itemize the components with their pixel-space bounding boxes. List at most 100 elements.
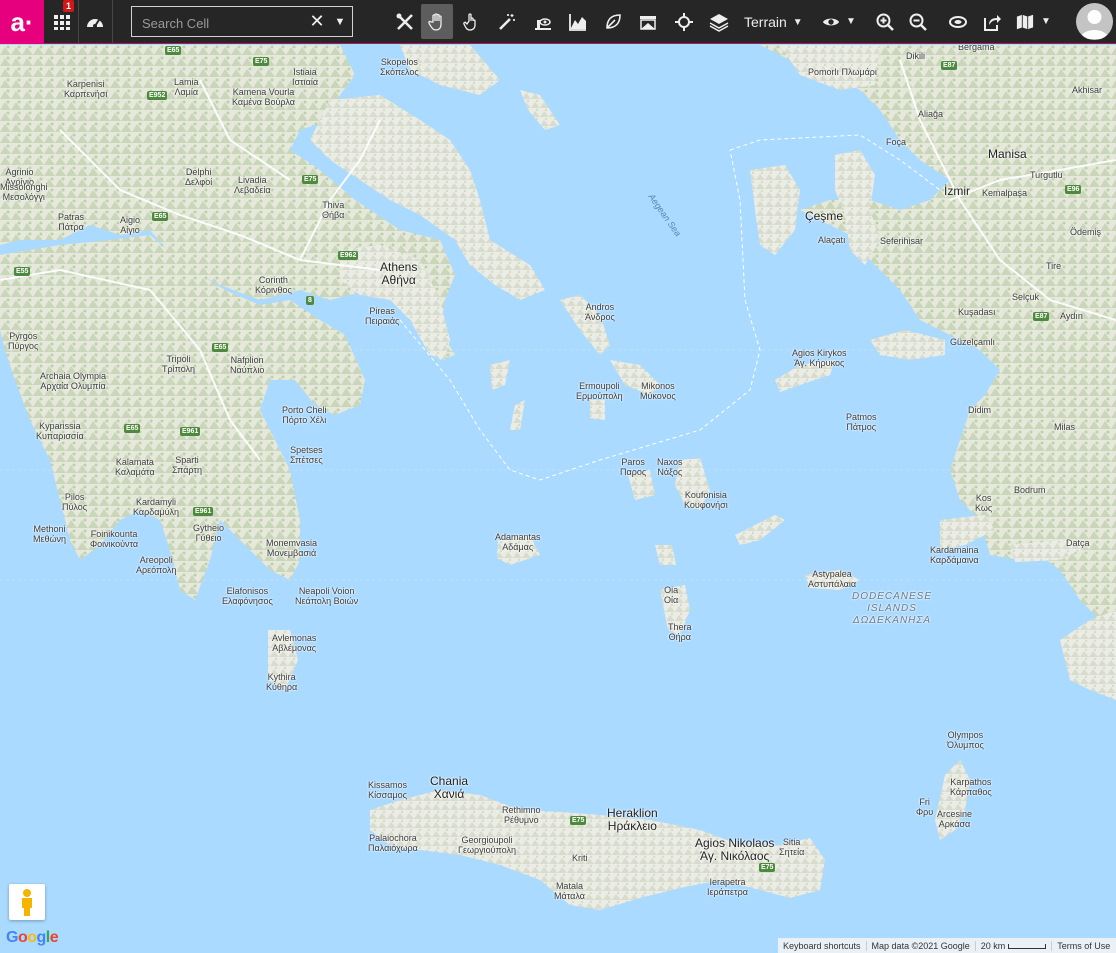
place-name-local: Μεθώνη [33,534,67,544]
place-name: Naxos [657,457,683,467]
clear-search-icon[interactable]: ✕ [308,10,326,32]
tools-icon[interactable] [389,4,421,39]
road-shield: E65 [124,424,141,433]
place-name-local: Κάρπαθος [950,787,992,797]
pointer-hand-icon[interactable] [455,4,487,39]
place-name-local: Καρδάμαινα [930,555,979,565]
place-name: Georgioupoli [461,835,513,845]
terms-of-use-link[interactable]: Terms of Use [1051,940,1115,951]
map-book-dropdown[interactable]: ▼ [1012,4,1062,39]
place-name: Ermoupoli [579,381,620,391]
dodecanese-label: DODECANESE ISLANDS ΔΩΔΕΚΑΝΗΣΑ [852,591,932,627]
map-canvas[interactable]: Aegean Sea DODECANESE ISLANDS ΔΩΔΕΚΑΝΗΣΑ… [0,45,1116,953]
road-shield: E75 [570,816,587,825]
place-label: Foça [886,137,906,147]
place-name-local: Ιεράπετρα [707,887,748,897]
place-name: Pireas [369,306,395,316]
coverage-icon[interactable] [632,4,664,39]
place-name-local: Αδάμας [502,542,534,552]
place-name-local: Λεβαδεία [234,185,271,195]
place-name-local: Αβλέμονας [272,643,317,653]
keyboard-shortcuts-link[interactable]: Keyboard shortcuts [778,941,866,951]
search-dropdown-icon[interactable]: ▼ [332,10,348,32]
road-shield: E65 [165,46,182,55]
place-label: Foinikounta Φοινικούντα [90,529,138,549]
layers-icon[interactable] [703,4,735,39]
place-label: Oia Οία [664,585,678,605]
place-name: Karpenisi [66,79,105,89]
dodecanese-label-line: ISLANDS [867,603,917,614]
place-name-local: Γεωργιούπολη [458,845,516,855]
place-name: Archaia Olympia [40,371,107,381]
place-name-local: Πάτρα [58,222,84,232]
road-shield: E961 [180,427,201,436]
place-label: Ierapetra Ιεράπετρα [707,877,748,897]
place-name: Istiaia [293,67,317,77]
user-avatar[interactable] [1076,3,1113,40]
elevation-profile-icon[interactable] [562,4,594,39]
place-label: Kemalpaşa [982,188,1027,198]
place-label: Skopelos Σκόπελος [380,57,419,77]
visibility-dropdown[interactable]: ▼ [818,4,866,39]
export-icon[interactable] [976,4,1008,39]
zoom-in-icon[interactable] [869,4,901,39]
top-toolbar: a· 1 ✕ ▼ Terrain ▼ [0,0,1116,44]
place-label: Olympos Όλυμπος [947,730,984,750]
map-type-label: Terrain [744,14,787,30]
place-name-local: Παλαιόχωρα [368,843,418,853]
place-name: Seferihisar [880,236,924,246]
place-label: Missolonghi Μεσολόγγι [0,182,48,202]
place-label: Kythira Κύθηρα [266,672,297,692]
viewshed-icon[interactable] [527,4,559,39]
road-shield: E75 [759,863,776,872]
google-logo: Google [6,929,59,946]
locate-crosshair-icon[interactable] [668,4,700,39]
place-name: Akhisar [1072,85,1103,95]
pan-hand-icon[interactable] [421,4,453,39]
search-cell-input[interactable] [140,12,304,34]
place-label: Kriti [572,853,588,863]
dashboard-gauge-icon[interactable] [79,4,111,39]
place-name: Didim [968,405,992,415]
zoom-out-icon[interactable] [902,4,934,39]
place-label: Mikonos Μύκονος [640,381,676,401]
brand-logo[interactable]: a· [0,0,44,44]
place-label: Georgioupoli Γεωργιούπολη [458,835,516,855]
map-type-dropdown[interactable]: Terrain ▼ [744,8,803,36]
place-label: Pyrgos Πύργος [8,331,38,351]
place-name-local: Άγ. Κήρυκος [794,358,845,368]
place-name-local: Αρκάσα [938,819,971,829]
place-name: Agrinio [5,167,34,177]
place-label: Bergama [958,45,995,52]
place-name-local: Αρχαία Ολυμπία [40,381,106,391]
place-name-local: Κως [975,503,993,513]
magic-wand-icon[interactable] [491,4,523,39]
place-label: Naxos Νάξος [657,457,683,477]
road-shield: E75 [302,175,319,184]
place-name: Patras [58,212,85,222]
place-name-local: Ελαφόνησος [222,596,273,606]
street-view-pegman[interactable] [9,884,45,920]
place-name: Skopelos [380,57,418,67]
place-name-local: Καρδαμύλη [133,507,180,517]
place-name-local: Ιστιαία [292,77,319,87]
place-label: Selçuk [1012,292,1039,302]
leaf-icon[interactable] [597,4,629,39]
road-shield: E75 [253,57,270,66]
place-name-local: Θήβα [322,210,345,220]
overlay-icon[interactable] [942,4,974,39]
place-label: Aigio Αίγιο [120,215,140,235]
place-name: Kuşadası [958,307,996,317]
place-name: Olympos [947,730,984,740]
place-name-local: Ρέθυμνο [503,815,539,825]
map-attribution-bar: Keyboard shortcuts Map data ©2021 Google… [778,938,1116,953]
place-name: Gytheio [193,523,225,533]
road-shield: 8 [306,296,314,305]
scale-indicator[interactable]: 20 km [974,940,1052,951]
place-name-local: Νάξος [657,467,683,477]
place-name: Corinth [258,275,288,285]
place-name: Milas [1054,422,1076,432]
place-label: Patras Πάτρα [58,212,84,232]
road-shield: E87 [941,61,958,70]
place-label: Turgutlu [1030,170,1063,180]
